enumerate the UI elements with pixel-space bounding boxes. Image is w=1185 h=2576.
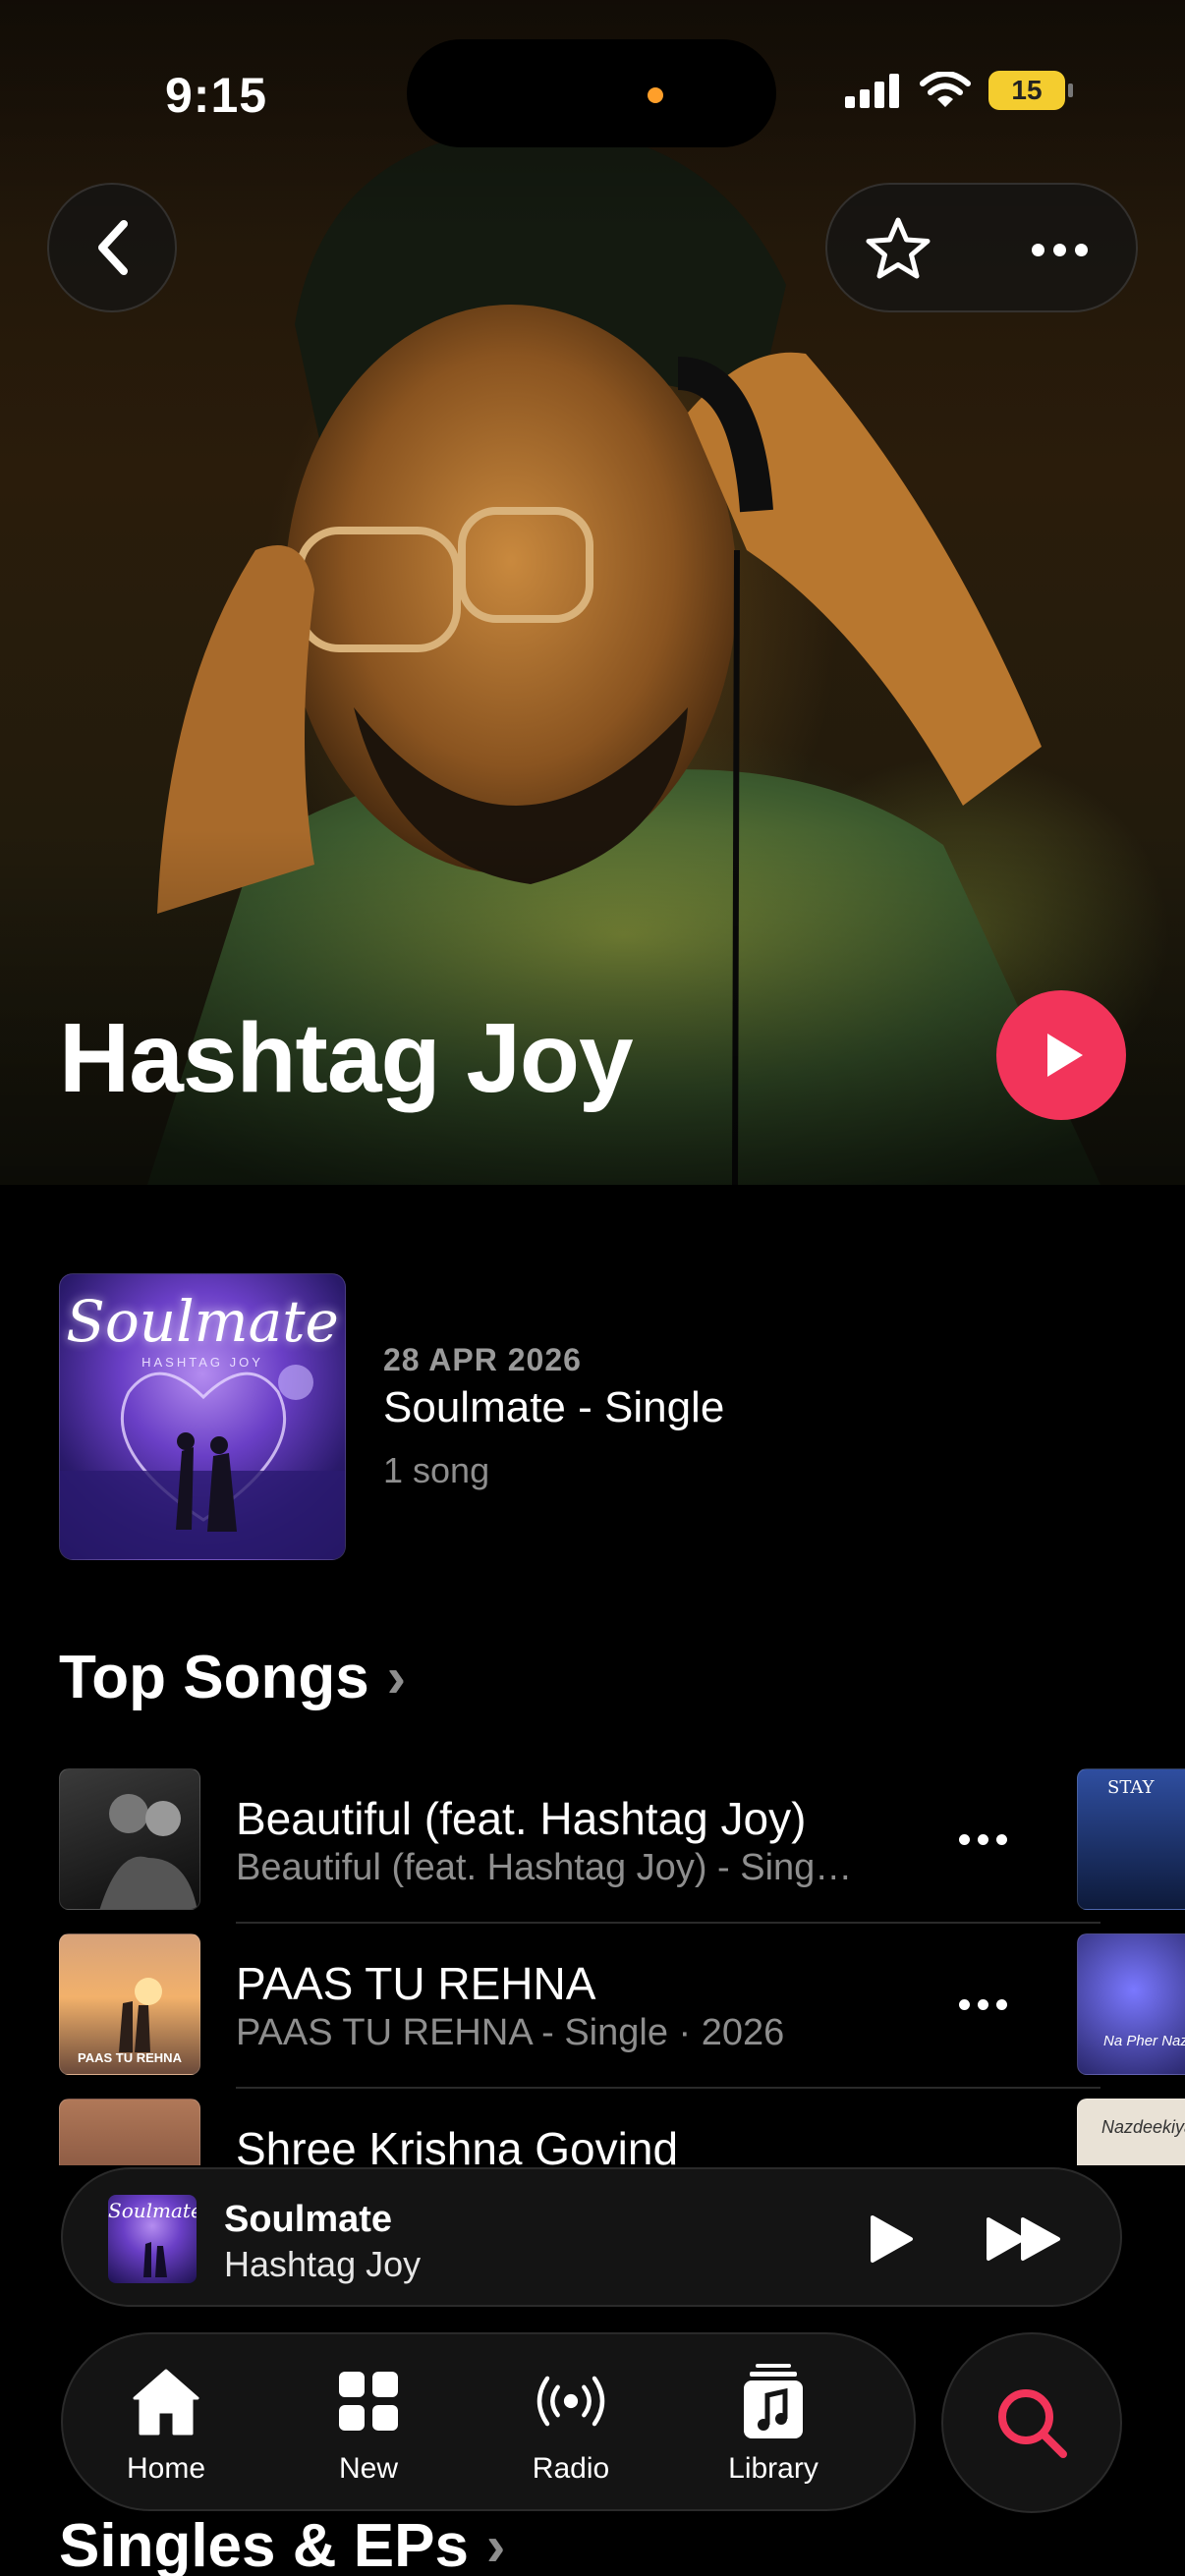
release-date: 28 APR 2026 [383, 1342, 582, 1377]
artwork-caption: PAAS TU REHNA [78, 2050, 182, 2065]
dynamic-island [407, 39, 776, 147]
ellipsis-icon [1031, 243, 1044, 256]
chevron-right-icon: › [386, 1646, 407, 1709]
radio-waves-icon [532, 2362, 610, 2440]
song-title: PAAS TU REHNA [236, 1958, 596, 2009]
mini-player-artwork: Soulmate [108, 2195, 197, 2283]
artwork-caption: Na Pher Nazar [1103, 2033, 1185, 2049]
artwork-caption: Nazdeekiya [1101, 2117, 1185, 2137]
music-library-icon [734, 2362, 813, 2440]
search-button[interactable] [941, 2332, 1122, 2513]
favorite-button[interactable] [855, 206, 941, 293]
wifi-icon [920, 72, 971, 107]
artist-actions [825, 183, 1138, 312]
next-song-artwork[interactable]: STAY [1077, 1768, 1185, 1910]
more-options-button[interactable] [1010, 206, 1108, 293]
tab-radio[interactable]: Radio [487, 2362, 654, 2490]
song-artwork [59, 2099, 200, 2165]
back-button[interactable] [47, 183, 177, 312]
tab-label: Library [728, 2452, 818, 2485]
cover-subtitle-text: HASHTAG JOY [141, 1355, 263, 1370]
status-bar: 9:15 15 [0, 0, 1185, 187]
latest-release[interactable]: Soulmate HASHTAG JOY 28 APR 2026 Soulmat… [59, 1273, 1140, 1560]
singles-eps-title: Singles & EPs [59, 2512, 469, 2576]
star-icon [866, 217, 931, 279]
top-songs-title: Top Songs [59, 1644, 369, 1711]
battery-icon: 15 [988, 71, 1073, 110]
song-title: Shree Krishna Govind [236, 2123, 679, 2165]
mini-play-button[interactable] [857, 2205, 926, 2273]
status-icons: 15 [845, 69, 1073, 112]
tab-library[interactable]: Library [690, 2362, 857, 2490]
tab-label: New [338, 2452, 398, 2485]
next-song-artwork[interactable]: Nazdeekiya [1077, 2099, 1185, 2165]
play-icon [871, 2215, 913, 2263]
song-artwork [59, 1768, 200, 1910]
forward-icon [987, 2217, 1060, 2261]
play-icon [1047, 1034, 1083, 1077]
tab-bar: Home New Radio Library [61, 2332, 916, 2511]
song-more-button[interactable] [943, 1977, 1022, 2032]
song-row[interactable]: PAAS TU REHNA PAAS TU REHNA PAAS TU REHN… [59, 1933, 1042, 2077]
grid-icon [329, 2362, 408, 2440]
release-title: Soulmate - Single [383, 1383, 725, 1431]
song-artwork: PAAS TU REHNA [59, 1933, 200, 2075]
song-row[interactable]: Shree Krishna Govind [59, 2099, 1042, 2165]
top-songs-list: Beautiful (feat. Hashtag Joy) Beautiful … [0, 1768, 1185, 2165]
song-row[interactable]: Beautiful (feat. Hashtag Joy) Beautiful … [59, 1768, 1042, 1912]
mini-player[interactable]: Soulmate Soulmate Hashtag Joy [61, 2167, 1122, 2307]
tab-label: Home [126, 2452, 206, 2485]
skip-forward-button[interactable] [975, 2205, 1073, 2273]
next-song-artwork[interactable]: Na Pher Nazar [1077, 1933, 1185, 2075]
ellipsis-icon [958, 1833, 970, 1845]
divider [236, 1922, 1100, 1924]
tab-new[interactable]: New [285, 2362, 452, 2490]
privacy-indicator-dot [648, 87, 663, 103]
chevron-left-icon [98, 220, 128, 275]
search-icon [998, 2389, 1067, 2458]
song-title: Beautiful (feat. Hashtag Joy) [236, 1793, 807, 1844]
singles-eps-header[interactable]: Singles & EPs › [59, 2511, 505, 2576]
artwork-caption: STAY [1107, 1777, 1155, 1798]
tab-label: Radio [532, 2452, 610, 2485]
artist-name: Hashtag Joy [59, 1003, 634, 1113]
song-subtitle: Beautiful (feat. Hashtag Joy) - Sing… [236, 1847, 853, 1888]
cover-title-text: Soulmate [66, 1288, 339, 1355]
status-time: 9:15 [165, 68, 268, 123]
now-playing-title: Soulmate [224, 2199, 393, 2240]
latest-release-artwork: Soulmate HASHTAG JOY [59, 1273, 346, 1560]
house-icon [127, 2362, 205, 2440]
top-songs-header[interactable]: Top Songs › [59, 1643, 406, 1712]
song-subtitle: PAAS TU REHNA - Single · 2026 [236, 2012, 785, 2053]
cellular-signal-icon [845, 74, 899, 108]
chevron-right-icon: › [485, 2514, 506, 2576]
play-artist-button[interactable] [996, 990, 1126, 1120]
now-playing-artist: Hashtag Joy [224, 2244, 422, 2284]
song-more-button[interactable] [943, 1812, 1022, 1867]
divider [236, 2087, 1100, 2089]
release-song-count: 1 song [383, 1450, 490, 1490]
ellipsis-icon [958, 1998, 970, 2010]
tab-home[interactable]: Home [83, 2362, 250, 2490]
